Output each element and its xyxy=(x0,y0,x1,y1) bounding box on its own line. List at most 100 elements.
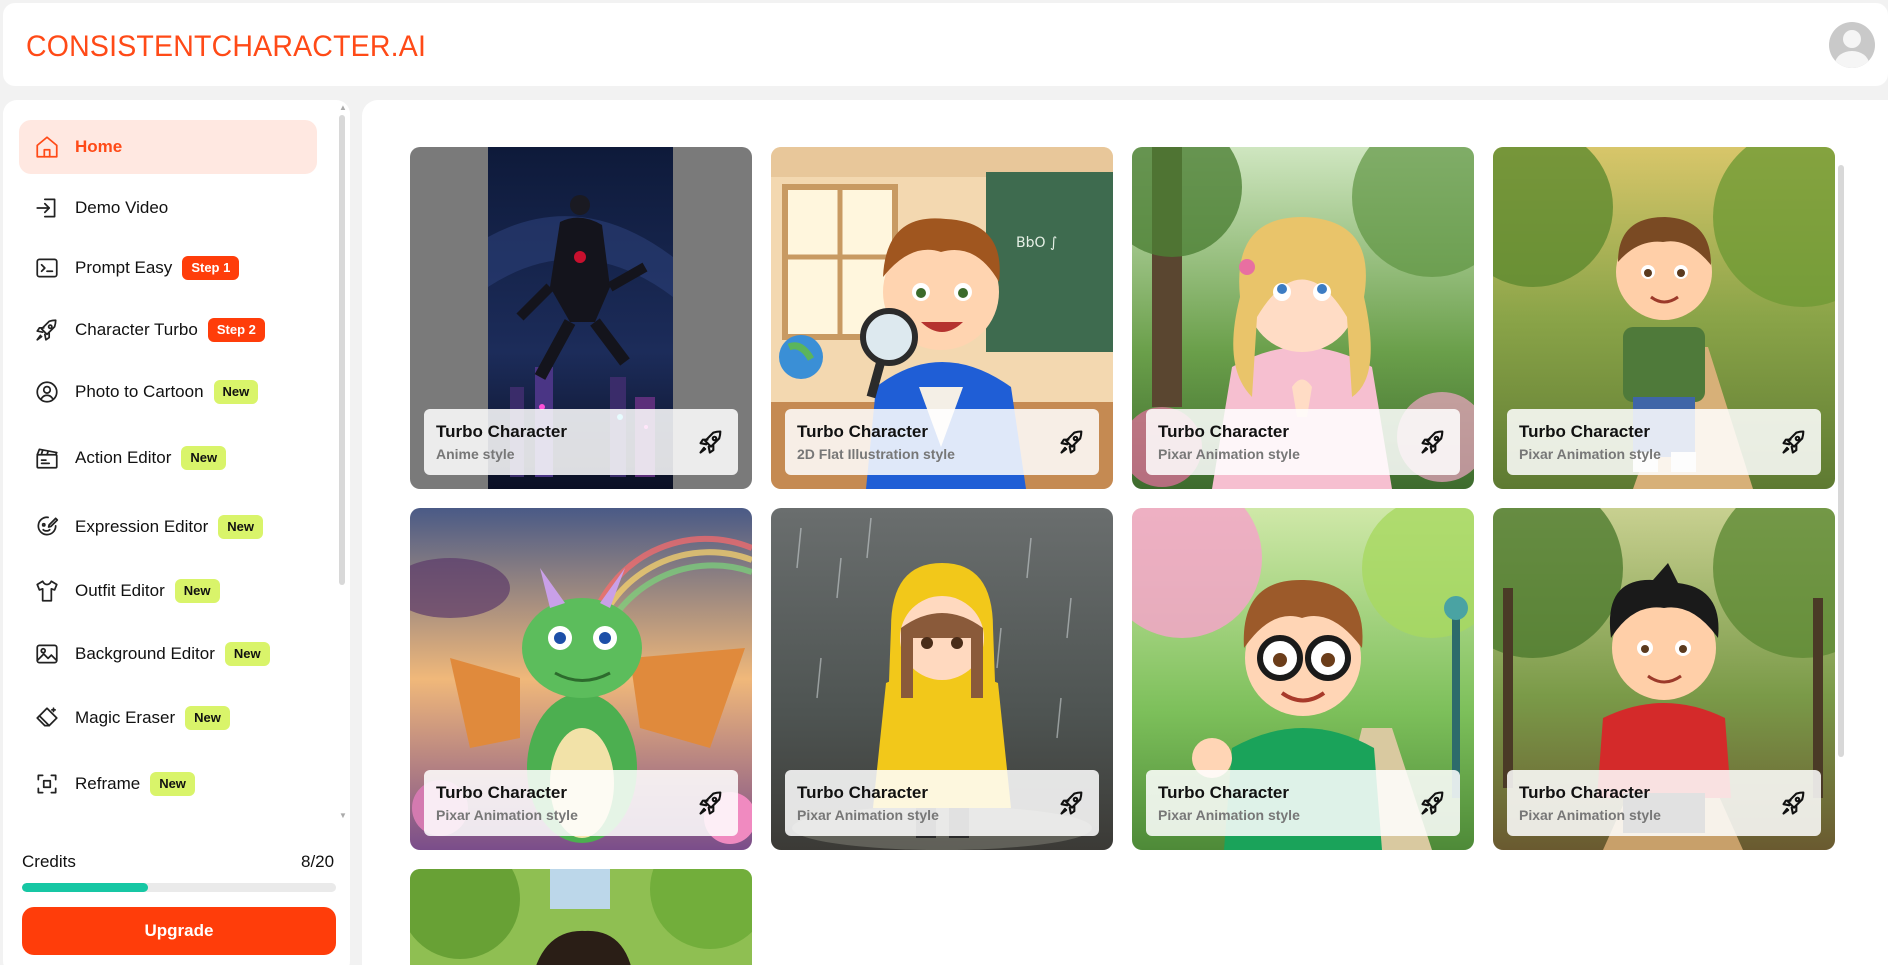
sidebar-item-demo-video[interactable]: Demo Video xyxy=(19,181,317,235)
new-badge: New xyxy=(174,579,220,603)
user-avatar[interactable] xyxy=(1829,22,1875,68)
card-caption: Turbo Character Pixar Animation style xyxy=(424,770,738,836)
step-badge: Step 2 xyxy=(207,318,265,342)
card-style: Pixar Animation style xyxy=(797,807,939,823)
sidebar-item-label: Action Editor xyxy=(75,448,172,467)
sidebar-item-expression-editor[interactable]: Expression Editor New xyxy=(19,500,317,554)
rocket-icon[interactable] xyxy=(1057,427,1087,457)
rocket-icon[interactable] xyxy=(1418,788,1448,818)
card-style: Pixar Animation style xyxy=(1519,446,1661,462)
sidebar-item-label: Outfit Editor xyxy=(75,581,165,600)
card-style: Pixar Animation style xyxy=(436,807,578,823)
sidebar-item-action-editor[interactable]: Action Editor New xyxy=(19,431,317,485)
sidebar-item-background-editor[interactable]: Background Editor New xyxy=(19,627,317,681)
shirt-icon xyxy=(33,577,61,605)
sidebar-item-magic-eraser[interactable]: Magic Eraser New xyxy=(19,691,317,745)
user-circle-icon xyxy=(33,378,61,406)
gallery-card[interactable] xyxy=(410,869,752,965)
sidebar-item-prompt-easy[interactable]: Prompt Easy Step 1 xyxy=(19,241,317,295)
card-caption: Turbo Character Pixar Animation style xyxy=(1507,770,1821,836)
sidebar-item-label: Expression Editor xyxy=(75,517,209,536)
card-caption: Turbo Character 2D Flat Illustration sty… xyxy=(785,409,1099,475)
clapperboard-icon xyxy=(33,444,61,472)
sidebar-item-reframe[interactable]: Reframe New xyxy=(19,757,317,811)
home-icon xyxy=(33,133,61,161)
scroll-up-arrow[interactable]: ▲ xyxy=(339,103,347,112)
card-style: Anime style xyxy=(436,446,515,462)
rocket-icon[interactable] xyxy=(696,788,726,818)
card-style: 2D Flat Illustration style xyxy=(797,446,955,462)
sidebar-item-label: Photo to Cartoon xyxy=(75,382,204,401)
terminal-icon xyxy=(33,254,61,282)
scroll-down-arrow[interactable]: ▼ xyxy=(339,811,347,820)
gallery-card[interactable]: Turbo Character Pixar Animation style xyxy=(1493,508,1835,850)
step-badge: Step 1 xyxy=(182,256,240,280)
credits-progress-fill xyxy=(22,883,148,892)
sidebar: Home Demo Video Prompt Easy Step 1 Chara… xyxy=(3,100,350,965)
avatar-head xyxy=(1843,30,1861,48)
sidebar-item-label: Background Editor xyxy=(75,644,215,663)
sidebar-item-label: Prompt Easy xyxy=(75,258,173,277)
sidebar-item-label: Reframe xyxy=(75,774,141,793)
rocket-icon[interactable] xyxy=(1418,427,1448,457)
upgrade-button[interactable]: Upgrade xyxy=(22,907,336,955)
avatar-body xyxy=(1835,51,1869,68)
rocket-icon[interactable] xyxy=(696,427,726,457)
gallery-card[interactable]: Turbo Character Pixar Animation style xyxy=(1132,147,1474,489)
rocket-icon xyxy=(33,316,61,344)
rocket-icon[interactable] xyxy=(1779,427,1809,457)
login-arrow-icon xyxy=(33,194,61,222)
card-caption: Turbo Character Pixar Animation style xyxy=(1507,409,1821,475)
credits-value: 8/20 xyxy=(301,852,335,871)
new-badge: New xyxy=(185,706,230,730)
card-image xyxy=(410,869,752,965)
eraser-icon xyxy=(33,704,61,732)
sidebar-item-label: Character Turbo xyxy=(75,320,198,339)
sidebar-item-label: Demo Video xyxy=(75,198,169,217)
card-title: Turbo Character xyxy=(436,422,567,441)
card-title: Turbo Character xyxy=(1158,422,1289,441)
new-badge: New xyxy=(218,515,263,539)
card-title: Turbo Character xyxy=(1519,422,1650,441)
card-title: Turbo Character xyxy=(436,783,567,802)
gallery-card[interactable]: BbO ∫ Turbo Character 2D Flat Illustrati… xyxy=(771,147,1113,489)
credits-label: Credits xyxy=(22,852,76,871)
gallery-card[interactable]: Turbo Character Pixar Animation style xyxy=(1132,508,1474,850)
card-style: Pixar Animation style xyxy=(1158,446,1300,462)
sidebar-item-home[interactable]: Home xyxy=(19,120,317,174)
card-title: Turbo Character xyxy=(1158,783,1289,802)
face-edit-icon xyxy=(33,513,61,541)
rocket-icon[interactable] xyxy=(1779,788,1809,818)
sidebar-item-label: Home xyxy=(75,137,123,156)
sidebar-item-photo-to-cartoon[interactable]: Photo to Cartoon New xyxy=(19,365,317,419)
card-title: Turbo Character xyxy=(797,783,928,802)
sidebar-item-character-turbo[interactable]: Character Turbo Step 2 xyxy=(19,303,317,357)
gallery-card[interactable]: Turbo Character Pixar Animation style xyxy=(1493,147,1835,489)
top-header: CONSISTENTCHARACTER.AI xyxy=(3,3,1888,86)
card-title: Turbo Character xyxy=(1519,783,1650,802)
gallery-card[interactable]: Turbo Character Pixar Animation style xyxy=(410,508,752,850)
rocket-icon[interactable] xyxy=(1057,788,1087,818)
card-caption: Turbo Character Anime style xyxy=(424,409,738,475)
card-caption: Turbo Character Pixar Animation style xyxy=(785,770,1099,836)
card-title: Turbo Character xyxy=(797,422,928,441)
main-scrollbar[interactable] xyxy=(1838,165,1844,757)
card-style: Pixar Animation style xyxy=(1519,807,1661,823)
card-caption: Turbo Character Pixar Animation style xyxy=(1146,409,1460,475)
main-content: Turbo Character Anime style BbO ∫ Turbo … xyxy=(362,100,1888,965)
card-caption: Turbo Character Pixar Animation style xyxy=(1146,770,1460,836)
gallery-card[interactable]: Turbo Character Pixar Animation style xyxy=(771,508,1113,850)
frame-icon xyxy=(33,770,61,798)
image-icon xyxy=(33,640,61,668)
svg-text:BbO ∫: BbO ∫ xyxy=(1016,235,1057,251)
new-badge: New xyxy=(213,380,259,404)
sidebar-item-outfit-editor[interactable]: Outfit Editor New xyxy=(19,564,317,618)
new-badge: New xyxy=(181,446,227,470)
new-badge: New xyxy=(224,642,270,666)
new-badge: New xyxy=(150,772,195,796)
card-style: Pixar Animation style xyxy=(1158,807,1300,823)
sidebar-item-label: Magic Eraser xyxy=(75,708,176,727)
gallery-card[interactable]: Turbo Character Anime style xyxy=(410,147,752,489)
sidebar-scrollbar[interactable] xyxy=(339,115,345,585)
brand-logo[interactable]: CONSISTENTCHARACTER.AI xyxy=(26,30,426,64)
